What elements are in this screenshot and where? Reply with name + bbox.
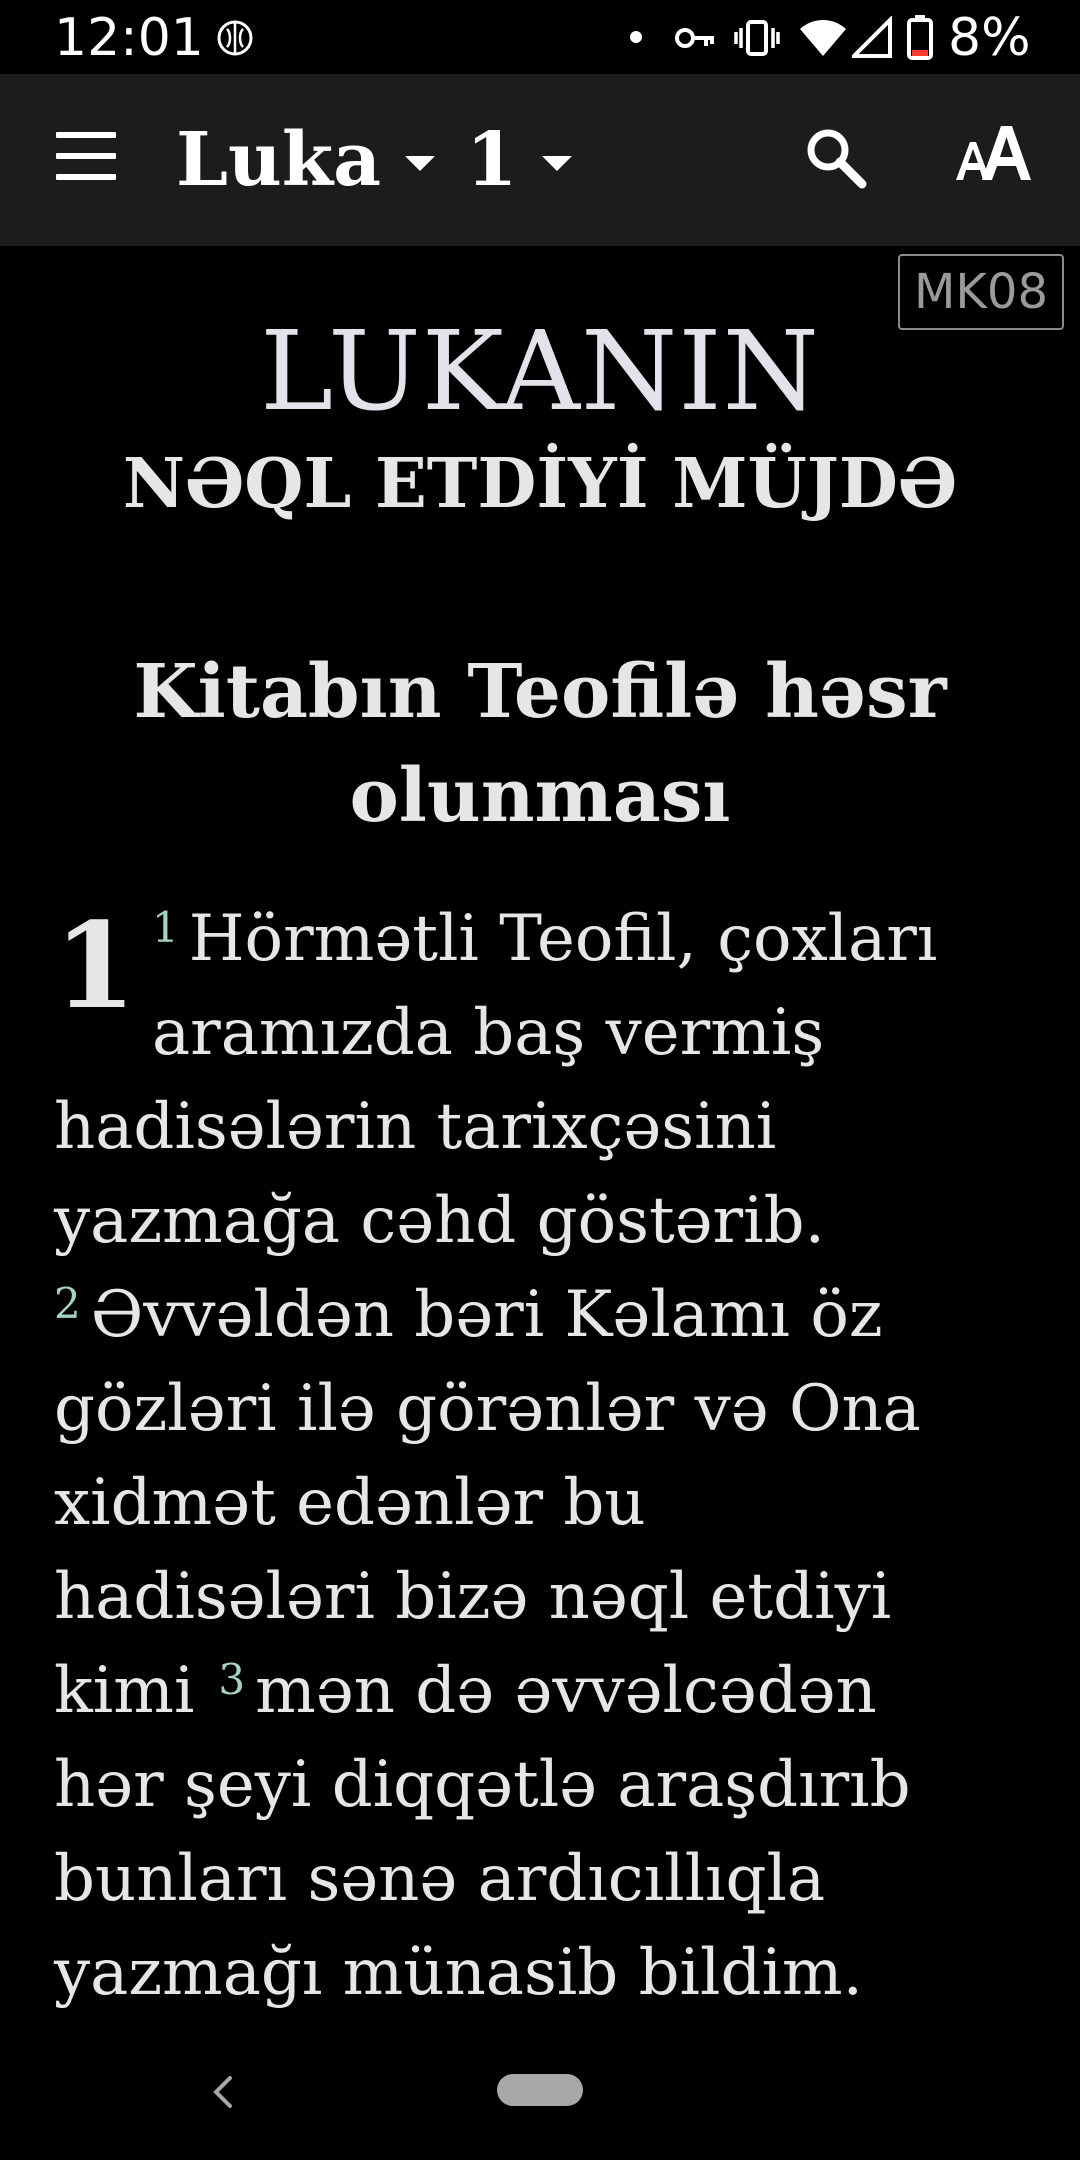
section-heading: Kitabın Teofilə həsr olunması (133, 649, 947, 839)
verse-number[interactable]: 3 (218, 1655, 245, 1704)
back-icon[interactable] (204, 2072, 244, 2112)
book-selector[interactable]: Luka (176, 112, 436, 208)
verse-line: aramızda baş vermiş (152, 996, 825, 1070)
menu-button[interactable] (56, 132, 116, 180)
navigation-bar (0, 2016, 1080, 2160)
book-title: LUKANIN (260, 307, 820, 435)
menu-icon (56, 132, 116, 138)
verse-line: yazmağı münasib bildim. (54, 1936, 863, 2010)
chapter-label: 1 (466, 117, 518, 203)
chapter-number: 1 (54, 896, 137, 1035)
key-icon (675, 28, 714, 48)
verse-line: hadisələrin tarixçəsini (54, 1090, 777, 1164)
verse-line: yazmağa cəhd göstərib. (54, 1184, 825, 1258)
book-name: Luka (176, 117, 382, 203)
verse-number[interactable]: 1 (152, 903, 179, 952)
search-icon[interactable] (802, 124, 868, 190)
battery-icon (907, 15, 933, 60)
verse-line: bunları sənə ardıcıllıqla (54, 1842, 826, 1916)
caret-down-icon (405, 155, 436, 171)
wifi-icon (800, 20, 846, 56)
battery-percentage: 8% (948, 8, 1031, 68)
verse-line: xidmət edənlər bu (54, 1466, 646, 1540)
verse-line: hadisələri bizə nəql etdiyi (54, 1560, 892, 1634)
verse-line: gözləri ilə görənlər və Ona (54, 1372, 921, 1446)
home-pill-icon[interactable] (497, 2074, 583, 2106)
chapter-content[interactable]: MK08 LUKANIN NƏQL ETDİYİ MÜJDƏ Kitabın T… (0, 246, 1080, 2016)
notification-dot-icon (630, 31, 642, 43)
chapter-selector[interactable]: 1 (466, 112, 572, 208)
signal-icon (852, 16, 892, 58)
app-bar: Luka 1 (0, 74, 1080, 246)
book-subtitle: NƏQL ETDİYİ MÜJDƏ (122, 444, 958, 524)
verse-line: 1 Hörmətli Teofil, çoxları (152, 902, 938, 976)
status-bar: 12:01 8% (0, 0, 1080, 74)
status-time: 12:01 (54, 8, 204, 68)
text-size-icon[interactable] (954, 116, 1034, 196)
verse-line: 2 Əvvəldən bəri Kəlamı öz (54, 1278, 883, 1352)
brain-icon (217, 20, 253, 56)
vibrate-icon (734, 20, 780, 56)
verse-line: kimi 3 mən də əvvəlcədən (54, 1654, 877, 1728)
verse-number[interactable]: 2 (54, 1279, 81, 1328)
verse-line: hər şeyi diqqətlə araşdırıb (54, 1748, 911, 1822)
caret-down-icon (541, 155, 572, 171)
